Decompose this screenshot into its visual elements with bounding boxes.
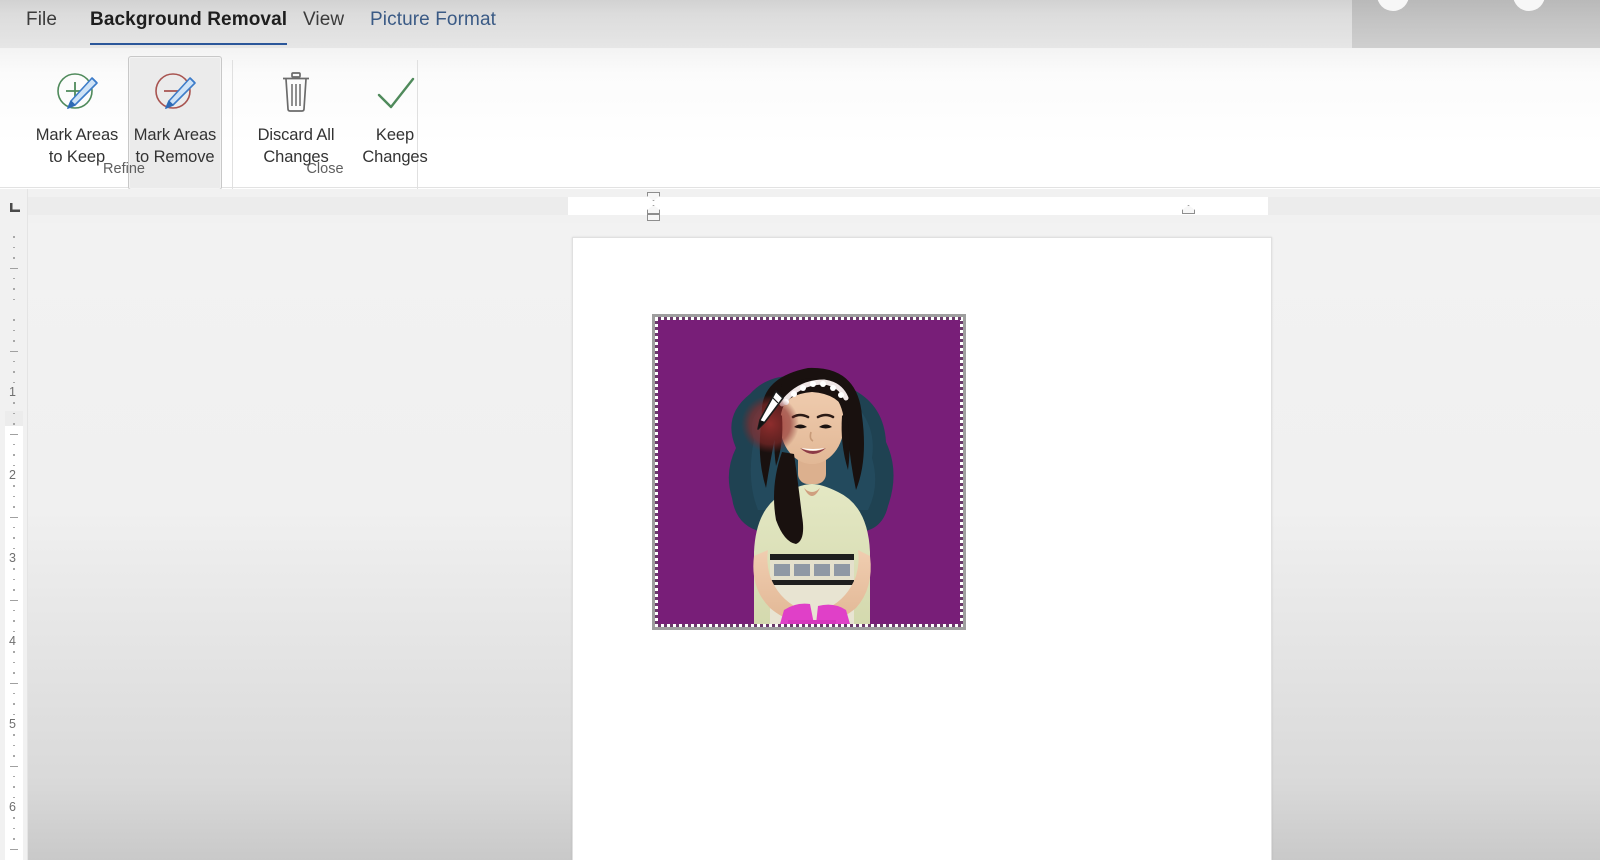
ruler-tick [13,609,15,612]
mark-areas-to-keep-icon [51,67,103,119]
ruler-tick [10,267,18,269]
ruler-tick [13,651,15,653]
ruler-tick [13,775,15,778]
ruler-tick [13,402,15,404]
ruler-tick [13,340,15,342]
ribbon-group-label-close: Close [306,161,344,177]
horizontal-ruler-ticks: 123456 [0,189,1600,400]
ruler-tick [13,277,15,280]
vertical-ruler-ticks: 1 2 3 4 5 6 [0,189,28,860]
ribbon-tab-strip: File Background Removal View Picture For… [0,0,1352,48]
ruler-tick [13,506,15,508]
ruler-tick [13,298,15,301]
ruler-tick [13,236,15,238]
ruler-tick [13,744,15,747]
ruler-tick [13,537,15,539]
ribbon: Mark Areas to Keep Mark Areas to Remove [0,48,1600,210]
ruler-tick [13,319,15,321]
ruler-tick [13,423,15,425]
ruler-tick [13,786,15,788]
tab-view[interactable]: View [303,9,344,39]
ruler-tick [13,838,15,840]
document-canvas[interactable] [28,223,1600,860]
ruler-number: 2 [9,468,16,482]
ruler-tick [13,526,15,529]
ruler-tick [13,246,15,249]
ruler-tick [13,485,15,487]
ruler-tick [10,682,18,684]
picture-selection[interactable] [652,314,966,630]
ruler-number: 5 [9,717,16,731]
left-indent-marker[interactable] [647,214,660,221]
picture-image[interactable] [658,320,960,624]
word-background-removal-window: File Background Removal View Picture For… [0,0,1600,860]
group-divider [232,60,233,210]
ruler-tick [13,755,15,757]
mark-areas-to-remove-icon [149,67,201,119]
document-page[interactable] [572,237,1272,860]
tab-picture-format[interactable]: Picture Format [370,9,496,39]
ruler-tick [13,464,15,467]
ruler-tick [10,516,18,518]
ruler-tick [13,827,15,830]
ruler-tick [13,589,15,591]
ruler-tick [13,568,15,570]
ruler-tick [13,630,15,633]
ruler-number: 6 [9,800,16,814]
ribbon-content: Mark Areas to Keep Mark Areas to Remove [8,48,1600,210]
ruler-number: 4 [9,634,16,648]
ruler-tick [10,433,18,435]
tab-file[interactable]: File [26,9,57,39]
ruler-tick [13,371,15,373]
ruler-tick [13,661,15,664]
ruler-number: 3 [9,551,16,565]
trash-can-icon [270,67,322,119]
ruler-tick [13,443,15,446]
ruler-tick [13,288,15,290]
ruler-tick [13,547,15,550]
ruler-tick [13,734,15,736]
ruler-tick [13,817,15,819]
ruler-tick [13,796,15,799]
ruler-tick [13,713,15,716]
ruler-tick [13,620,15,622]
ruler-number: 1 [9,385,16,399]
ribbon-group-label-refine: Refine [103,161,145,177]
ruler-tick [13,360,15,363]
ribbon-group-close: Discard All Changes Keep Changes Close [236,48,428,187]
ruler-tick [13,381,15,384]
ruler-tick [10,599,18,601]
ruler-tick [13,257,15,259]
ruler-tick [13,412,15,415]
ruler-tick [13,672,15,674]
ruler-tick [13,495,15,498]
tab-background-removal[interactable]: Background Removal [90,9,288,45]
ruler-tick [13,692,15,695]
ruler-tick [13,703,15,705]
ruler-tick [10,350,18,352]
ruler-tick [13,578,15,581]
ruler-tick [10,765,18,767]
ruler-tick [10,848,18,850]
ribbon-group-refine: Mark Areas to Keep Mark Areas to Remove [18,48,230,190]
ruler-tick [13,329,15,332]
checkmark-icon [369,67,421,119]
ruler-tick [13,454,15,456]
